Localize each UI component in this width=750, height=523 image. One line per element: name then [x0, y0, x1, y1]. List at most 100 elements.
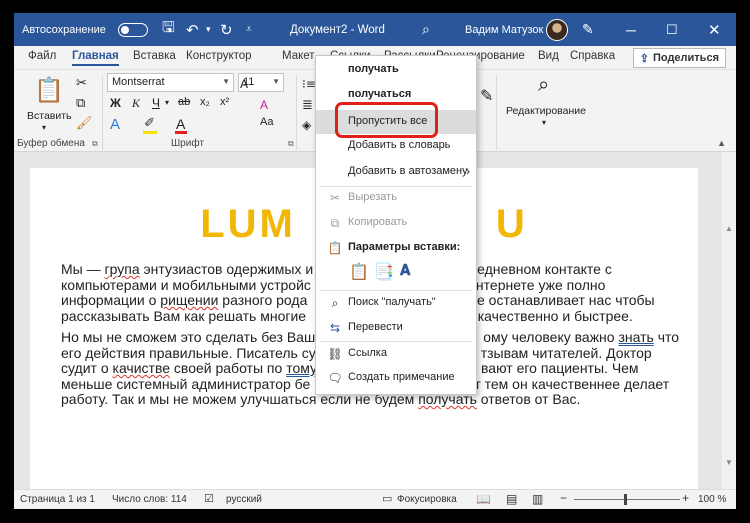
- menu-item-new-comment[interactable]: 🗨 Создать примечание: [316, 366, 476, 390]
- superscript-button[interactable]: x²: [220, 96, 229, 108]
- menu-item-copy[interactable]: ⧉ Копировать: [316, 211, 476, 235]
- italic-button[interactable]: К: [132, 96, 140, 111]
- paste-text-only-icon[interactable]: 𝐀: [400, 262, 422, 284]
- align-left-icon[interactable]: ≣: [302, 98, 313, 113]
- bullets-icon[interactable]: ⁝≡: [302, 77, 316, 91]
- tab-design[interactable]: Конструктор: [186, 50, 252, 62]
- pen-icon[interactable]: ✎: [582, 13, 594, 46]
- highlight-icon[interactable]: ✐: [144, 116, 155, 131]
- menu-item-label: Вырезать: [348, 191, 397, 203]
- misspelled-word[interactable]: група: [105, 261, 140, 277]
- focus-mode[interactable]: Фокусировка: [397, 494, 457, 505]
- scroll-up-icon[interactable]: ▲: [725, 224, 733, 233]
- scroll-down-icon[interactable]: ▼: [725, 458, 733, 467]
- editing-button[interactable]: ⌕ Редактирование ▾: [502, 74, 592, 132]
- copy-icon[interactable]: ⧉: [76, 96, 85, 111]
- focus-icon[interactable]: ▭: [382, 492, 392, 505]
- chevron-right-icon: ›: [466, 164, 470, 178]
- clipboard-launcher-icon[interactable]: ⧉: [92, 139, 98, 149]
- paste-merge-formatting-icon[interactable]: 📑: [374, 262, 396, 284]
- ribbon-divider: [296, 76, 297, 150]
- font-launcher-icon[interactable]: ⧉: [288, 139, 294, 149]
- tab-help[interactable]: Справка: [570, 50, 615, 62]
- paste-button[interactable]: 📋 Вставить ▾: [24, 74, 72, 132]
- autosave-toggle[interactable]: [118, 13, 148, 46]
- paste-options-header: 📋 Параметры вставки:: [316, 236, 476, 260]
- tab-view[interactable]: Вид: [538, 50, 559, 62]
- redo-icon[interactable]: ↻: [220, 13, 233, 46]
- search-icon[interactable]: ⌕: [422, 13, 430, 46]
- zoom-out-icon[interactable]: −: [560, 491, 567, 505]
- grammar-flagged-word[interactable]: знать: [618, 329, 653, 345]
- strikethrough-button[interactable]: ab: [178, 96, 190, 108]
- menu-item-translate[interactable]: ⇆ Перевести: [316, 316, 476, 340]
- read-mode-icon[interactable]: 📖: [476, 492, 491, 506]
- text-run: ответов от Вас.: [476, 391, 581, 407]
- avatar[interactable]: [546, 13, 568, 46]
- tab-file[interactable]: Файл: [28, 50, 56, 62]
- font-group-label: Шрифт: [171, 138, 204, 149]
- styles-pen-icon[interactable]: ✎: [480, 86, 493, 105]
- print-layout-icon[interactable]: ▤: [506, 492, 517, 506]
- zoom-level[interactable]: 100 %: [698, 494, 726, 505]
- title-bar: Автосохранение 🖫 ↶ ▾ ↻ ⩡ Документ2 - Wor…: [14, 13, 736, 46]
- clear-formatting-icon[interactable]: A: [260, 98, 268, 112]
- clipboard-icon: 📋: [327, 241, 343, 255]
- word-window: Автосохранение 🖫 ↶ ▾ ↻ ⩡ Документ2 - Wor…: [0, 0, 750, 523]
- menu-item-link[interactable]: ⛓ Ссылка: [316, 342, 476, 366]
- zoom-slider[interactable]: [574, 499, 680, 500]
- proofing-icon[interactable]: ☑: [204, 492, 214, 505]
- tab-layout[interactable]: Макет: [282, 50, 315, 62]
- font-name-combo[interactable]: Montserrat ▼: [107, 73, 234, 92]
- menu-item-label: получаться: [348, 88, 412, 100]
- undo-dropdown-icon[interactable]: ▾: [206, 13, 211, 46]
- word-count[interactable]: Число слов: 114: [112, 494, 187, 505]
- save-icon[interactable]: 🖫: [162, 13, 175, 46]
- collapse-ribbon-icon[interactable]: ▲: [717, 138, 726, 148]
- chevron-down-icon: ▼: [222, 77, 230, 86]
- share-button[interactable]: ⇪ Поделиться: [632, 48, 726, 68]
- misspelled-word[interactable]: качистве: [113, 360, 171, 376]
- font-color-bar: [175, 131, 187, 134]
- language-indicator[interactable]: русский: [226, 494, 262, 505]
- fill-icon[interactable]: ◈: [302, 118, 311, 132]
- bold-button[interactable]: Ж: [110, 96, 121, 110]
- grammar-flagged-word[interactable]: тому: [286, 360, 317, 376]
- ribbon-divider: [496, 76, 497, 150]
- minimize-icon[interactable]: ─: [626, 13, 636, 46]
- tab-insert[interactable]: Вставка: [133, 50, 176, 62]
- undo-icon[interactable]: ↶: [186, 13, 199, 46]
- maximize-icon[interactable]: ☐: [666, 13, 678, 46]
- highlight-color-bar: [143, 131, 157, 134]
- cut-icon[interactable]: ✂: [76, 76, 87, 91]
- comment-icon: 🗨: [327, 371, 343, 385]
- menu-item-label: Поиск "палучать": [348, 296, 436, 308]
- text-run: что: [653, 329, 680, 345]
- format-painter-icon[interactable]: 🖌: [76, 116, 93, 131]
- close-icon[interactable]: ✕: [708, 13, 721, 46]
- text-run: компьютерами и мобильными устройс: [61, 276, 311, 293]
- font-color-icon[interactable]: A: [176, 116, 185, 132]
- zoom-slider-thumb[interactable]: [624, 494, 627, 505]
- paste-dropdown-icon: ▾: [42, 123, 47, 132]
- menu-item-add-autocorrect[interactable]: Добавить в автозамену ›: [316, 160, 476, 184]
- text-run: вают его пациенты. Чем: [481, 360, 639, 376]
- underline-dropdown-icon[interactable]: ▾: [165, 98, 169, 107]
- menu-item-suggestion-1[interactable]: получать: [316, 58, 476, 82]
- menu-item-cut[interactable]: ✂ Вырезать: [316, 186, 476, 210]
- customize-toolbar-icon[interactable]: ⩡: [246, 13, 252, 46]
- change-case-icon[interactable]: Aa: [260, 116, 273, 128]
- vertical-scrollbar[interactable]: ▲ ▼: [722, 152, 736, 489]
- misspelled-word[interactable]: рищении: [160, 292, 218, 308]
- tab-home[interactable]: Главная: [72, 50, 119, 66]
- page-count[interactable]: Страница 1 из 1: [20, 494, 95, 505]
- subscript-button[interactable]: x₂: [200, 96, 210, 108]
- paste-keep-formatting-icon[interactable]: 📋: [349, 262, 371, 284]
- grow-font-icon[interactable]: A: [240, 77, 248, 91]
- web-layout-icon[interactable]: ▥: [532, 492, 543, 506]
- zoom-in-icon[interactable]: +: [682, 491, 689, 505]
- user-name[interactable]: Вадим Матузок: [465, 13, 543, 46]
- text-effects-icon[interactable]: A: [110, 116, 120, 133]
- underline-button[interactable]: Ч: [152, 96, 160, 110]
- menu-item-search[interactable]: ⌕ Поиск "палучать": [316, 291, 476, 315]
